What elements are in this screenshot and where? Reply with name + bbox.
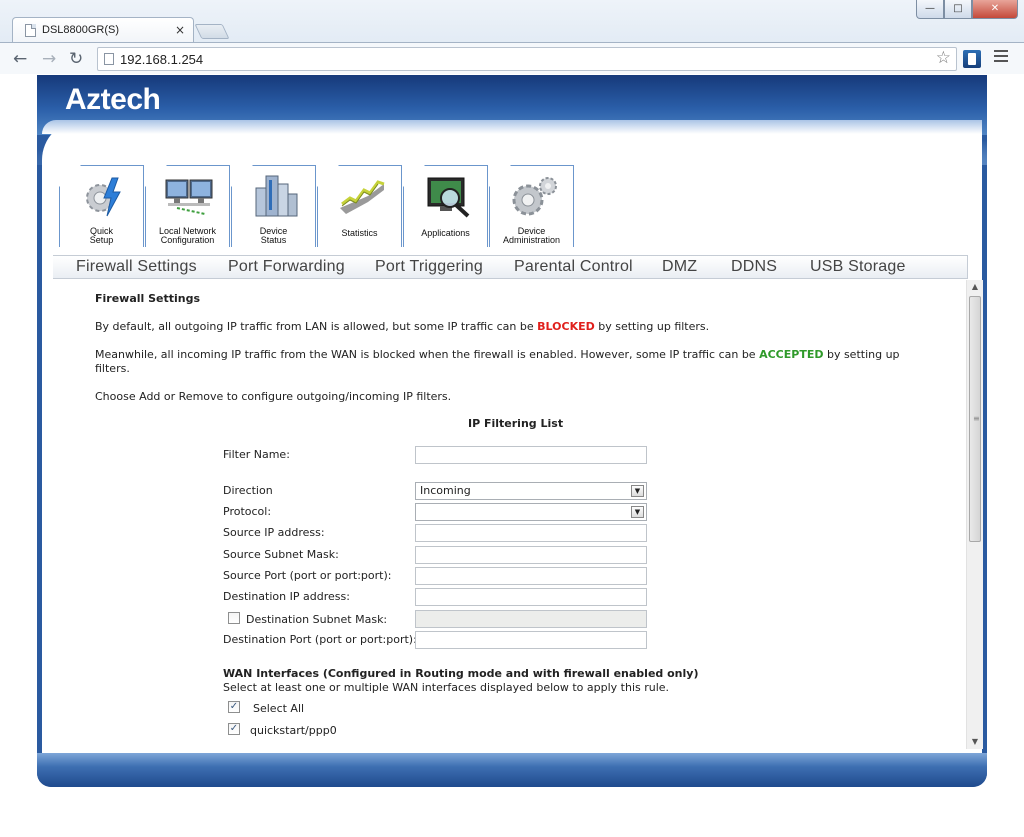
maximize-icon[interactable]: □ [944, 0, 972, 19]
sub-navigation: Firewall Settings Port Forwarding Port T… [53, 255, 968, 279]
new-tab-button[interactable] [194, 24, 230, 39]
wan-interfaces-title: WAN Interfaces (Configured in Routing mo… [223, 667, 699, 680]
select-all-checkbox[interactable]: ✓ [228, 701, 240, 713]
destination-ip-input[interactable] [415, 588, 647, 606]
accepted-label: ACCEPTED [759, 348, 824, 361]
router-footer [37, 753, 987, 787]
monitors-icon [165, 179, 213, 215]
source-port-label: Source Port (port or port:port): [223, 569, 392, 582]
chevron-down-icon: ▼ [631, 506, 644, 518]
subnav-port-triggering[interactable]: Port Triggering [375, 258, 483, 276]
minimize-icon[interactable]: — [916, 0, 944, 19]
page-title: Firewall Settings [95, 292, 201, 305]
magnifier-monitor-icon [427, 177, 470, 218]
tab-device-status[interactable]: Device Status [231, 165, 316, 247]
destination-port-input[interactable] [415, 631, 647, 649]
ip-filtering-list-title: IP Filtering List [468, 417, 564, 430]
destination-mask-input [415, 610, 647, 628]
window-controls: — □ ✕ [916, 0, 1018, 20]
intro-paragraph-3: Choose Add or Remove to configure outgoi… [95, 390, 452, 403]
filter-name-label: Filter Name: [223, 448, 290, 461]
tab-local-network[interactable]: Local Network Configuration [145, 165, 230, 247]
tab-device-administration[interactable]: Device Administration [489, 165, 574, 247]
destination-mask-label: Destination Subnet Mask: [246, 613, 388, 626]
graph-icon [340, 180, 385, 214]
destination-ip-label: Destination IP address: [223, 590, 350, 603]
close-icon[interactable]: ✕ [972, 0, 1018, 19]
subnav-firewall-settings[interactable]: Firewall Settings [76, 258, 197, 276]
direction-value: Incoming [420, 484, 471, 497]
direction-select[interactable]: Incoming ▼ [415, 482, 647, 500]
source-ip-label: Source IP address: [223, 526, 325, 539]
firewall-settings-panel: Firewall Settings By default, all outgoi… [41, 280, 968, 753]
subnav-dmz[interactable]: DMZ [662, 258, 697, 276]
wan-interfaces-description: Select at least one or multiple WAN inte… [223, 681, 670, 694]
source-mask-input[interactable] [415, 546, 647, 564]
buildings-icon [255, 175, 298, 217]
browser-chrome: DSL8800GR(S) × — □ ✕ ← → ↻ 192.168.1.254… [0, 0, 1024, 74]
subnav-parental-control[interactable]: Parental Control [514, 258, 633, 276]
page-icon [104, 53, 114, 65]
scroll-up-icon[interactable]: ▲ [967, 280, 983, 294]
gear-lightning-icon [86, 177, 121, 217]
gears-icon [512, 177, 557, 216]
content-scrollbar[interactable]: ▲ ≡ ▼ [966, 280, 983, 749]
destination-mask-checkbox[interactable] [228, 612, 240, 624]
address-bar[interactable]: 192.168.1.254 ☆ [97, 47, 957, 71]
intro-paragraph-2-cont: filters. [95, 362, 130, 375]
source-ip-input[interactable] [415, 524, 647, 542]
extension-icon[interactable] [963, 50, 981, 68]
subnav-port-forwarding[interactable]: Port Forwarding [228, 258, 345, 276]
page: Aztech Quick Setup Local Network Configu… [0, 75, 1024, 837]
tab-title: DSL8800GR(S) [42, 24, 120, 36]
subnav-usb-storage[interactable]: USB Storage [810, 258, 906, 276]
blocked-label: BLOCKED [537, 320, 595, 333]
protocol-select[interactable]: ▼ [415, 503, 647, 521]
aztech-logo: Aztech [65, 83, 161, 116]
reload-icon[interactable]: ↻ [69, 49, 83, 69]
scroll-down-icon[interactable]: ▼ [967, 735, 983, 749]
direction-label: Direction [223, 484, 273, 497]
tab-applications[interactable]: Applications [403, 165, 488, 247]
select-all-label: Select All [253, 702, 305, 715]
back-arrow-icon[interactable]: ← [13, 49, 27, 69]
menu-icon[interactable] [994, 50, 1008, 64]
scroll-thumb[interactable]: ≡ [969, 296, 981, 542]
intro-paragraph-1: By default, all outgoing IP traffic from… [95, 320, 710, 333]
subnav-ddns[interactable]: DDNS [731, 258, 777, 276]
tab-statistics[interactable]: Statistics [317, 165, 402, 247]
interface-label: quickstart/ppp0 [250, 724, 337, 737]
browser-tab[interactable]: DSL8800GR(S) × [12, 17, 194, 42]
intro-paragraph-2: Meanwhile, all incoming IP traffic from … [95, 348, 900, 361]
source-port-input[interactable] [415, 567, 647, 585]
tab-quick-setup[interactable]: Quick Setup [59, 165, 144, 247]
filter-name-input[interactable] [415, 446, 647, 464]
bookmark-star-icon[interactable]: ☆ [936, 48, 951, 68]
tab-close-icon[interactable]: × [175, 23, 185, 37]
chevron-down-icon: ▼ [631, 485, 644, 497]
browser-toolbar: ← → ↻ 192.168.1.254 ☆ [0, 42, 1024, 74]
source-mask-label: Source Subnet Mask: [223, 548, 339, 561]
destination-port-label: Destination Port (port or port:port): [223, 633, 417, 646]
protocol-label: Protocol: [223, 505, 272, 518]
url-text: 192.168.1.254 [120, 52, 204, 67]
page-icon [25, 24, 36, 37]
interface-checkbox[interactable]: ✓ [228, 723, 240, 735]
forward-arrow-icon[interactable]: → [42, 49, 56, 69]
